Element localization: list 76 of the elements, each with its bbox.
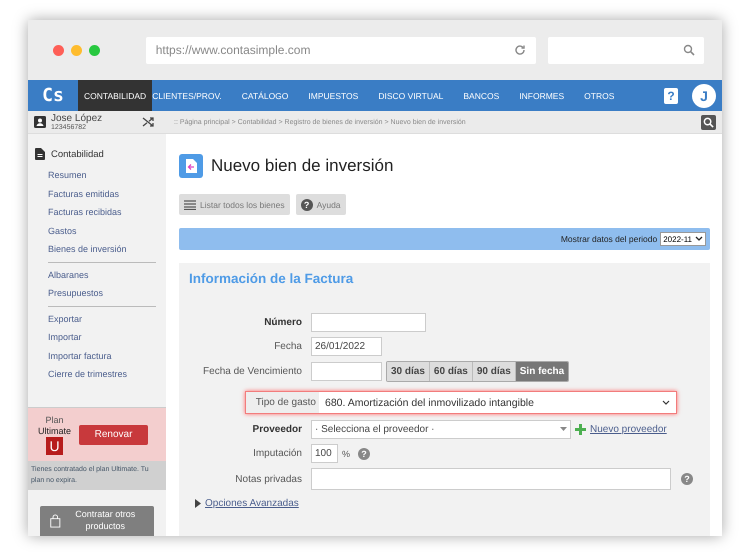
sidebar-item[interactable]: Facturas recibidas <box>28 203 122 222</box>
user-avatar[interactable]: J <box>692 84 716 108</box>
plus-icon <box>575 424 586 435</box>
renew-button[interactable]: Renovar <box>79 424 148 444</box>
sidebar-item[interactable]: Exportar <box>28 310 82 328</box>
advanced-options-link[interactable]: Opciones Avanzadas <box>205 498 299 509</box>
help-button[interactable]: ? Ayuda <box>296 194 346 215</box>
nav-tab[interactable]: INFORMES <box>513 80 570 111</box>
address-bar[interactable]: https://www.contasimple.com <box>146 36 536 64</box>
nav-tab[interactable]: DISCO VIRTUAL <box>372 80 450 111</box>
sidebar-section-title[interactable]: Contabilidad <box>51 148 104 160</box>
logo[interactable]: Cs <box>28 80 78 111</box>
list-icon <box>184 200 196 210</box>
period-select[interactable]: 2022-11 <box>660 232 706 246</box>
search-icon <box>683 44 695 56</box>
duration-option[interactable]: 60 días <box>428 362 472 381</box>
help-icon: ? <box>300 198 313 210</box>
nav-tab[interactable]: CATÁLOGO <box>236 80 294 111</box>
duration-option[interactable]: Sin fecha <box>514 362 568 381</box>
close-window-icon[interactable] <box>53 44 64 56</box>
field-label: Notas privadas <box>234 474 302 484</box>
duration-option[interactable]: 90 días <box>472 362 515 381</box>
plan-name: Ultimate <box>38 426 72 436</box>
search-field[interactable] <box>548 36 704 64</box>
field-label: Fecha <box>273 341 302 352</box>
date-field[interactable]: 26/01/2022 <box>311 337 382 356</box>
duration-option[interactable]: 30 días <box>387 362 429 381</box>
shop-button[interactable]: Contratar otros productos <box>40 506 154 536</box>
nav-tab[interactable]: OTROS <box>578 80 620 111</box>
sidebar-item[interactable]: Cierre de trimestres <box>28 365 128 384</box>
user-card-icon <box>34 116 46 128</box>
expand-triangle-icon[interactable] <box>195 499 201 508</box>
maximize-window-icon[interactable] <box>89 44 100 56</box>
help-button[interactable]: ? <box>664 88 678 104</box>
caret-icon <box>560 427 567 432</box>
nav-tab[interactable]: IMPUESTOS <box>302 80 364 111</box>
page-title: Nuevo bien de inversión <box>211 156 394 176</box>
sidebar-item[interactable]: Presupuestos <box>28 284 104 302</box>
document-icon <box>35 148 45 160</box>
help-icon[interactable]: ? <box>681 473 693 485</box>
field-label: Imputación <box>252 448 302 459</box>
nav-tab[interactable]: CONTABILIDAD <box>78 80 152 111</box>
sidebar-item[interactable]: Resumen <box>28 166 87 184</box>
percentage-field[interactable]: 100 <box>311 444 338 463</box>
sidebar-item[interactable]: Bienes de inversión <box>28 240 127 258</box>
supplier-select[interactable]: · Selecciona el proveedor · <box>311 420 571 439</box>
sidebar-item[interactable]: Importar factura <box>28 346 112 365</box>
sidebar-item[interactable]: Gastos <box>28 222 77 240</box>
period-label: Mostrar datos del periodo <box>560 234 658 244</box>
new-supplier-link[interactable]: Nuevo proveedor <box>590 424 667 435</box>
chevron-down-icon <box>662 400 670 406</box>
search-button[interactable] <box>701 114 716 130</box>
field-label: Tipo de gasto <box>254 396 317 410</box>
list-button[interactable]: Listar todos los bienes <box>179 194 290 215</box>
percent-sign: % <box>342 448 350 458</box>
chevron-down-icon <box>695 236 703 242</box>
nav-tab[interactable]: BANCOS <box>457 80 506 111</box>
field-label: Proveedor <box>252 424 302 435</box>
expense-type-select[interactable]: 680. Amortización del inmovilizado intangible <box>319 392 676 413</box>
input-field[interactable] <box>311 313 426 332</box>
minimize-window-icon[interactable] <box>71 44 82 56</box>
plan-badge: U <box>46 436 63 454</box>
notes-field[interactable] <box>311 468 671 490</box>
form-title: Información de la Factura <box>189 271 354 286</box>
sidebar-item[interactable]: Importar <box>28 328 82 346</box>
reload-icon[interactable] <box>514 44 526 56</box>
help-icon[interactable]: ? <box>358 448 370 460</box>
field-label: Fecha de Vencimiento <box>202 366 302 377</box>
field-label: Número <box>263 317 302 328</box>
plan-label: Plan <box>46 414 64 424</box>
date-field[interactable] <box>311 362 382 381</box>
sidebar-item[interactable]: Albaranes <box>28 266 89 284</box>
shopping-bag-icon <box>50 512 61 530</box>
sidebar-item[interactable]: Facturas emitidas <box>28 184 120 203</box>
shuffle-icon[interactable] <box>142 116 154 128</box>
user-name: Jose López <box>51 114 102 124</box>
